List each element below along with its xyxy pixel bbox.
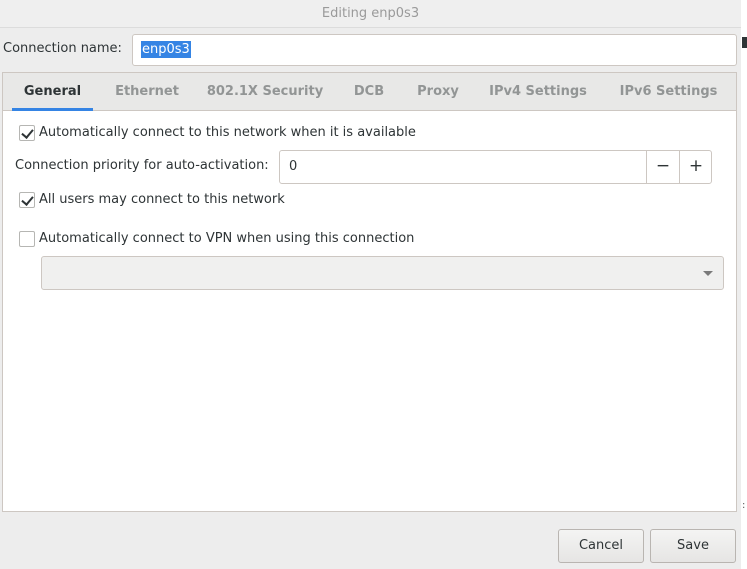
tab-bar: General Ethernet 802.1X Security DCB Pro… [3,73,736,111]
tab-ipv6-settings[interactable]: IPv6 Settings [612,73,725,111]
tab-general[interactable]: General [12,73,93,111]
all-users-label: All users may connect to this network [39,192,285,207]
tab-ipv4-settings[interactable]: IPv4 Settings [484,73,592,111]
tab-dcb[interactable]: DCB [347,73,391,111]
tab-proxy[interactable]: Proxy [409,73,467,111]
priority-spinbutton[interactable]: 0 − + [279,150,712,184]
minus-icon[interactable]: − [646,151,679,183]
all-users-checkbox[interactable] [19,192,35,208]
save-button[interactable]: Save [650,529,736,563]
auto-vpn-label: Automatically connect to VPN when using … [39,231,415,246]
connection-name-row: Connection name: enp0s3 [0,34,741,66]
connection-name-value: enp0s3 [141,41,191,58]
tab-8021x-security[interactable]: 802.1X Security [201,73,329,111]
priority-value: 0 [289,159,298,174]
edge-mark [742,37,747,48]
auto-connect-checkbox[interactable] [19,125,35,141]
priority-label: Connection priority for auto-activation: [15,158,269,173]
tab-ethernet[interactable]: Ethernet [107,73,187,111]
plus-icon[interactable]: + [679,151,712,183]
chevron-down-icon [703,271,713,276]
window-title: Editing enp0s3 [0,0,741,28]
auto-connect-label: Automatically connect to this network wh… [39,125,416,140]
auto-vpn-checkbox[interactable] [19,231,35,247]
window-edge: : [741,0,747,569]
cancel-button[interactable]: Cancel [558,529,644,563]
edge-mark-dots: : [742,500,746,511]
connection-name-label: Connection name: [3,41,122,56]
connection-name-input[interactable]: enp0s3 [132,34,737,66]
vpn-select[interactable] [41,256,724,290]
